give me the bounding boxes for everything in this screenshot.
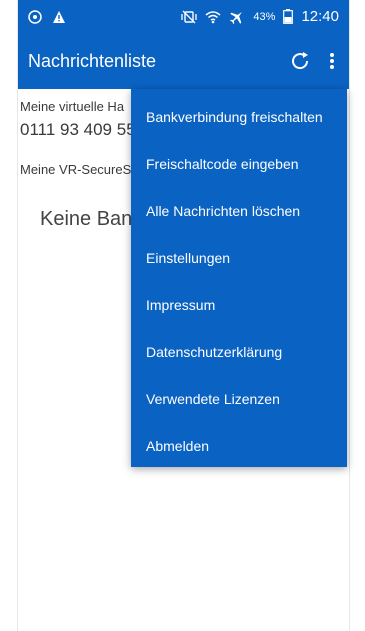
menu-item-imprint[interactable]: Impressum [146,293,215,317]
mute-vibrate-icon [181,10,198,24]
secure-go-label[interactable]: Meine VR-SecureS [20,162,131,177]
more-vert-icon[interactable] [325,52,339,70]
wifi-icon [205,10,221,24]
notification-icon [28,9,42,24]
menu-item-privacy[interactable]: Datenschutzerklärung [146,340,282,364]
menu-item-settings[interactable]: Einstellungen [146,246,230,270]
app-bar-actions [289,50,339,72]
battery-percent: 43% [253,10,276,23]
overflow-menu: Bankverbindung freischalten Freischaltco… [131,89,347,467]
menu-item-delete-all[interactable]: Alle Nachrichten löschen [146,199,300,223]
app-bar: Nachrichtenliste [18,33,349,89]
warning-icon [52,10,66,24]
status-right: 43% 12:40 [181,8,339,25]
account-number[interactable]: 0111 93 409 559 [20,120,145,140]
menu-item-enter-code[interactable]: Freischaltcode eingeben [146,152,299,176]
battery-icon [283,9,294,24]
airplane-icon [229,9,245,25]
clock: 12:40 [301,8,339,25]
menu-item-licenses[interactable]: Verwendete Lizenzen [146,387,280,411]
page-title: Nachrichtenliste [28,50,157,71]
status-left [28,9,66,24]
menu-item-logout[interactable]: Abmelden [146,434,209,458]
status-bar: 43% 12:40 [18,0,349,33]
refresh-icon[interactable] [289,50,311,72]
menu-item-unlock-bank[interactable]: Bankverbindung freischalten [146,105,323,129]
virtual-account-label[interactable]: Meine virtuelle Ha [20,99,124,114]
